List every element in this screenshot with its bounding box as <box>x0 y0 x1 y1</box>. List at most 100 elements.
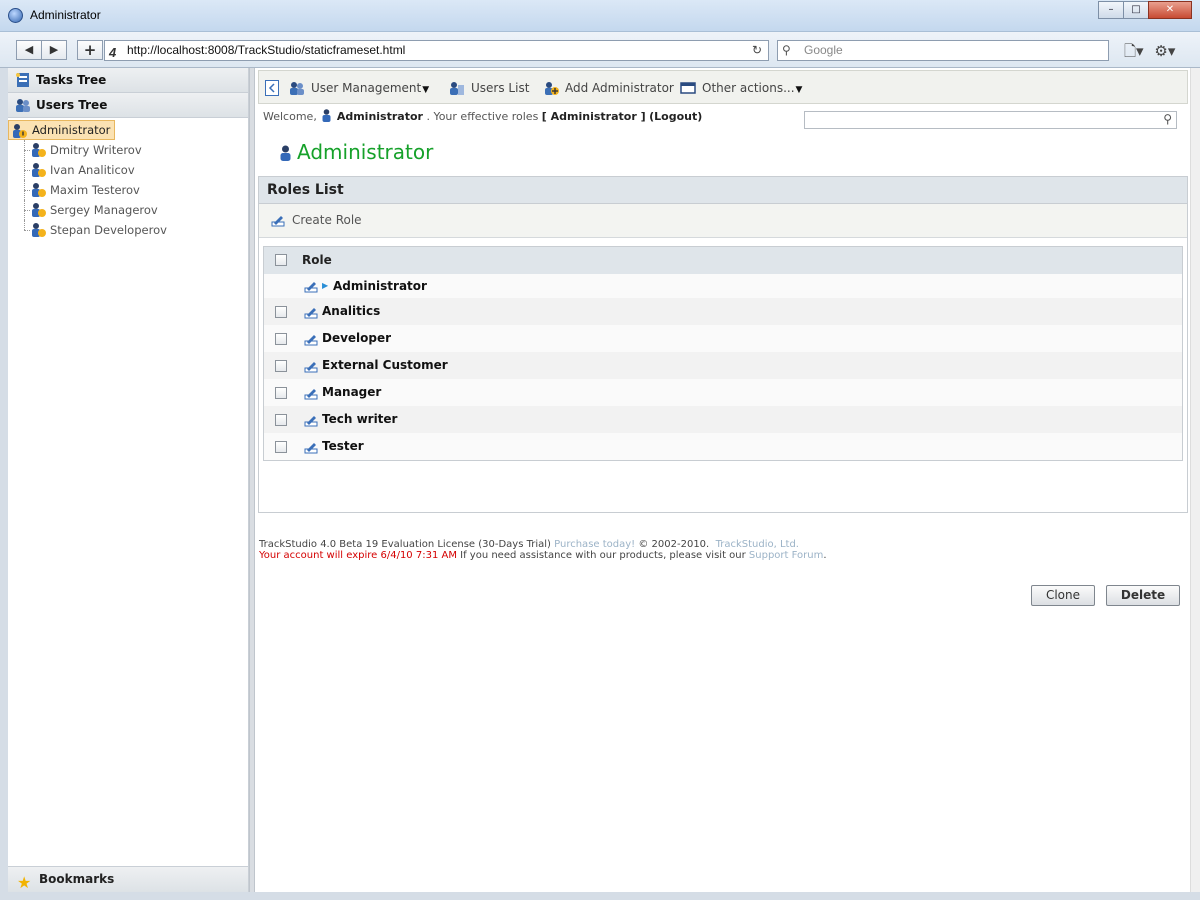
logout-link[interactable]: (Logout) <box>649 110 702 123</box>
edit-icon[interactable] <box>304 440 318 454</box>
support-forum-link[interactable]: Support Forum <box>749 550 823 561</box>
add-administrator-link[interactable]: Add Administrator <box>543 80 674 96</box>
row-checkbox[interactable] <box>275 441 287 453</box>
search-icon[interactable]: ⚲ <box>1163 112 1172 126</box>
search-placeholder: Google <box>804 43 843 57</box>
delete-button[interactable]: Delete <box>1106 585 1180 606</box>
create-role-link[interactable]: Create Role <box>271 213 362 227</box>
browser-menu-icons: 🗋▾ ⚙▾ <box>1124 41 1175 66</box>
user-management-menu[interactable]: User Management▼ <box>289 80 429 96</box>
table-row[interactable]: Analitics <box>264 298 1182 325</box>
users-tree-header[interactable]: Users Tree <box>8 93 248 118</box>
collapse-sidebar-icon[interactable] <box>265 80 279 96</box>
select-all-checkbox[interactable] <box>275 254 287 266</box>
tree-node-user[interactable]: Stepan Developerov <box>8 220 248 240</box>
edit-icon[interactable] <box>304 279 318 293</box>
user-icon <box>32 203 46 217</box>
tasks-tree-header[interactable]: Tasks Tree <box>8 68 248 93</box>
other-actions-menu[interactable]: Other actions...▼ <box>680 80 802 96</box>
page-title: Administrator <box>280 140 433 164</box>
table-row[interactable]: Manager <box>264 379 1182 406</box>
main-toolbar: User Management▼ Users List Add Administ… <box>258 70 1188 104</box>
user-management-icon <box>290 82 304 95</box>
reload-icon[interactable]: ↻ <box>752 41 762 60</box>
tree-node-user[interactable]: Ivan Analiticov <box>8 160 248 180</box>
welcome-line: Welcome, Administrator . Your effective … <box>263 109 703 123</box>
back-button[interactable]: ◀ <box>16 40 42 60</box>
table-row[interactable]: Tech writer <box>264 406 1182 433</box>
edit-icon[interactable] <box>304 332 318 346</box>
chevron-down-icon: ▼ <box>422 85 430 95</box>
main-pane: User Management▼ Users List Add Administ… <box>256 68 1190 892</box>
table-row[interactable]: Tester <box>264 433 1182 460</box>
window-border-left <box>0 68 8 892</box>
edit-icon[interactable] <box>304 413 318 427</box>
tasks-tree-icon <box>16 73 29 87</box>
site-icon: 4 <box>109 45 117 60</box>
row-checkbox[interactable] <box>275 414 287 426</box>
roles-panel-title: Roles List <box>259 177 1187 204</box>
chevron-down-icon: ▼ <box>795 85 803 95</box>
maximize-button[interactable]: □ <box>1123 1 1149 19</box>
add-user-icon <box>545 82 559 95</box>
close-button[interactable]: ✕ <box>1148 1 1192 19</box>
row-checkbox[interactable] <box>275 333 287 345</box>
table-body: ▶ Administrator Analitics Developer Exte <box>264 274 1182 460</box>
users-list-link[interactable]: Users List <box>449 80 529 96</box>
assist-text: If you need assistance with our products… <box>460 550 746 561</box>
clone-button[interactable]: Clone <box>1031 585 1095 606</box>
browser-search-input[interactable]: ⚲ Google <box>777 40 1109 61</box>
forward-button[interactable]: ▶ <box>41 40 67 60</box>
window-icon <box>680 82 696 94</box>
users-tree: Administrator Dmitry Writerov Ivan Anali… <box>8 118 248 240</box>
roles-panel: Roles List Create Role Role ▶ Administra… <box>258 176 1188 606</box>
license-text: TrackStudio 4.0 Beta 19 Evaluation Licen… <box>259 539 551 550</box>
welcome-user[interactable]: Administrator <box>337 110 423 123</box>
user-icon <box>32 143 46 157</box>
company-link[interactable]: TrackStudio, Ltd. <box>716 539 799 550</box>
user-icon <box>32 183 46 197</box>
users-list-icon <box>450 82 464 95</box>
edit-icon[interactable] <box>304 359 318 373</box>
window-controls: – □ ✕ <box>1098 1 1192 19</box>
tree-node-user[interactable]: Maxim Testerov <box>8 180 248 200</box>
quick-search-input[interactable]: ⚲ <box>804 111 1177 129</box>
page-menu-icon[interactable]: 🗋▾ <box>1124 42 1144 60</box>
minimize-button[interactable]: – <box>1098 1 1124 19</box>
add-bookmark-button[interactable]: + <box>77 40 103 60</box>
table-row[interactable]: External Customer <box>264 352 1182 379</box>
table-header: Role <box>264 247 1182 274</box>
row-checkbox[interactable] <box>275 306 287 318</box>
bookmarks-header[interactable]: ★ Bookmarks <box>8 866 248 892</box>
vertical-scrollbar[interactable] <box>1190 68 1200 892</box>
roles-table: Role ▶ Administrator Analitics Developer <box>263 246 1183 461</box>
user-icon <box>32 223 46 237</box>
edit-icon[interactable] <box>304 305 318 319</box>
address-bar[interactable]: 4 http://localhost:8008/TrackStudio/stat… <box>104 40 769 61</box>
effective-role: [ Administrator ] <box>541 110 646 123</box>
user-icon <box>280 145 291 161</box>
column-role[interactable]: Role <box>302 247 332 274</box>
edit-icon <box>271 216 285 227</box>
pane-splitter[interactable] <box>249 68 255 892</box>
purchase-link[interactable]: Purchase today! <box>554 539 635 550</box>
tree-node-user[interactable]: Sergey Managerov <box>8 200 248 220</box>
tree-node-administrator[interactable]: Administrator <box>8 120 116 140</box>
copyright-text: © 2002-2010. <box>638 539 710 550</box>
edit-icon[interactable] <box>304 386 318 400</box>
window-border-bottom <box>0 892 1200 900</box>
user-icon <box>13 124 27 138</box>
window-titlebar: Administrator – □ ✕ <box>0 0 1200 32</box>
roles-panel-tools: Create Role <box>259 204 1187 238</box>
tree-node-user[interactable]: Dmitry Writerov <box>8 140 248 160</box>
gear-icon[interactable]: ⚙▾ <box>1154 42 1175 60</box>
row-checkbox[interactable] <box>275 387 287 399</box>
current-role-arrow-icon: ▶ <box>322 281 329 290</box>
table-row[interactable]: Developer <box>264 325 1182 352</box>
expire-notice: Your account will expire 6/4/10 7:31 AM <box>259 550 457 561</box>
window-title: Administrator <box>30 8 101 22</box>
user-icon <box>322 109 331 122</box>
table-row[interactable]: ▶ Administrator <box>264 274 1182 298</box>
user-icon <box>32 163 46 177</box>
row-checkbox[interactable] <box>275 360 287 372</box>
